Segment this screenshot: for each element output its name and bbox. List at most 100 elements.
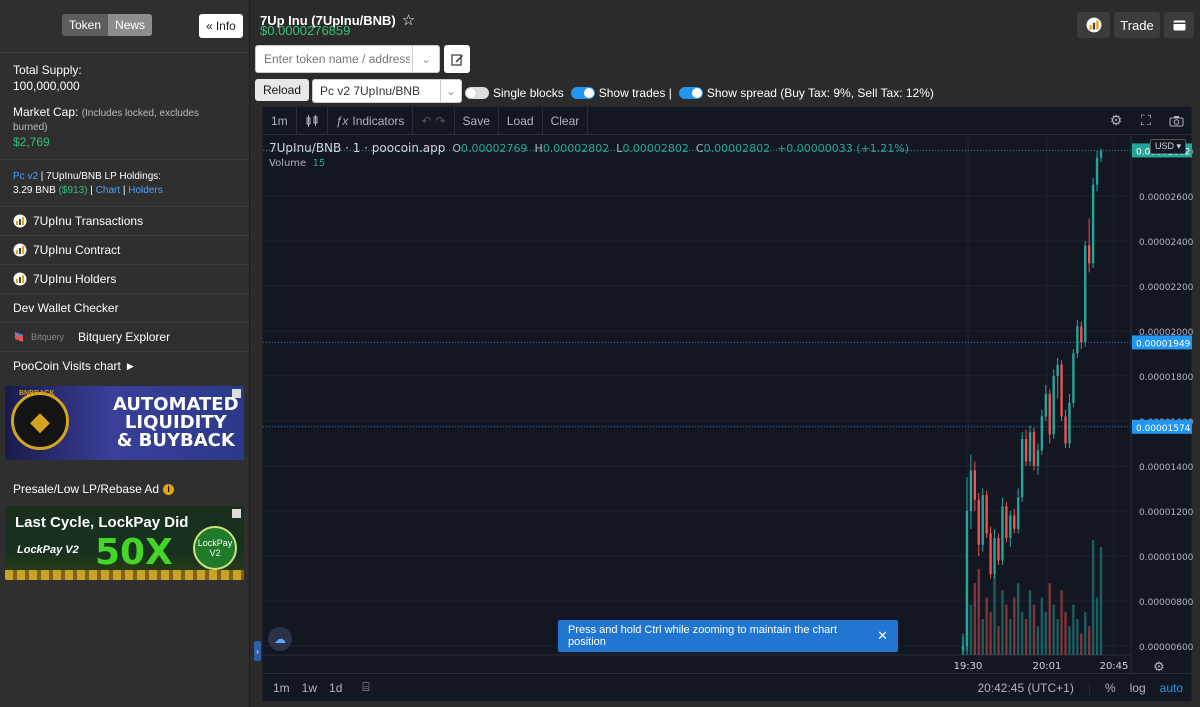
single-blocks-toggle[interactable] (465, 87, 489, 99)
ad2-big-text: 50X (95, 532, 173, 573)
bitquery-icon (15, 332, 23, 342)
candle-body (985, 495, 988, 534)
volume-bar (993, 575, 996, 655)
ohlc-legend: 7UpInu/BNB · 1 · poocoin.app O0.00002769… (269, 141, 909, 155)
ad-banner-lockpay[interactable]: Last Cycle, LockPay Did LockPay V2 50X L… (5, 506, 244, 580)
trade-button[interactable]: Trade (1114, 12, 1160, 38)
chart-container[interactable]: 0.000028000.000026000.000024000.00002200… (262, 106, 1193, 703)
log-scale-button[interactable]: log (1130, 681, 1146, 695)
tab-token[interactable]: Token (62, 14, 109, 36)
redo-icon[interactable]: ↷ (435, 114, 445, 128)
clear-button[interactable]: Clear (541, 107, 589, 134)
axis-gear-icon[interactable]: ⚙ (1153, 659, 1165, 674)
info-icon[interactable]: i (163, 483, 175, 495)
token-news-tabs: Token News (62, 14, 153, 36)
candle-body (993, 537, 996, 574)
info-button[interactable]: « Info (199, 14, 243, 38)
sidebar-item-label: 7UpInu Transactions (33, 214, 144, 228)
volume-bar (1052, 604, 1055, 655)
ad-banner-bnbback[interactable]: ◆ AUTOMATED LIQUIDITY & BUYBACK BNBBACK (5, 386, 244, 460)
y-tick-label: 0.00001000 (1139, 553, 1193, 563)
double-chevron-left-icon: « (206, 19, 213, 33)
camera-icon[interactable] (1161, 115, 1191, 127)
volume-bar (1009, 619, 1012, 655)
save-button[interactable]: Save (455, 107, 499, 134)
date-range-icon[interactable]: ⌸ (362, 680, 369, 695)
divider: | (1087, 680, 1091, 695)
candle-body (1064, 416, 1067, 444)
sidebar-item-bitquery[interactable]: Bitquery Bitquery Explorer (0, 323, 249, 352)
chart-type-button[interactable] (297, 107, 328, 134)
interval-button[interactable]: 1m (263, 107, 297, 134)
sidebar-item-dev-wallet[interactable]: Dev Wallet Checker (0, 294, 249, 323)
candle-body (1052, 375, 1055, 435)
show-spread-toggle[interactable] (678, 87, 703, 99)
chevron-down-icon[interactable]: ⌄ (412, 46, 439, 72)
candle-body (977, 499, 980, 545)
volume-bar (1072, 604, 1075, 655)
sidebar-item-transactions[interactable]: 7UpInu Transactions (0, 207, 249, 236)
poocoin-icon (13, 214, 27, 228)
lp-chart-link[interactable]: Chart (96, 185, 120, 196)
wallet-button[interactable] (1164, 12, 1194, 38)
pair-select[interactable]: Pc v2 7UpInu/BNB ⌄ (312, 79, 462, 103)
candles-icon (306, 114, 318, 127)
volume-bar (1048, 583, 1051, 655)
cloud-icon[interactable]: ☁ (268, 627, 292, 651)
load-button[interactable]: Load (499, 107, 542, 134)
fx-icon: ƒx (335, 113, 349, 128)
tab-news[interactable]: News (108, 14, 153, 36)
legend-high: 0.00002802 (542, 142, 610, 155)
sidebar-item-label: 7UpInu Holders (33, 272, 117, 286)
candle-body (1040, 416, 1044, 451)
sidebar-item-visits-chart[interactable]: PooCoin Visits chart ▶ (0, 352, 249, 380)
edit-button[interactable] (444, 45, 470, 73)
range-1d[interactable]: 1d (329, 681, 342, 695)
volume-bar (1028, 590, 1032, 655)
fullscreen-icon[interactable]: ⛶ (1131, 112, 1161, 129)
total-supply-value: 100,000,000 (13, 79, 80, 93)
legend-o-label: O (452, 142, 462, 155)
toolbar-right: ⚙ ⛶ (1101, 107, 1191, 134)
volume-bar (1091, 540, 1095, 655)
percent-scale-button[interactable]: % (1105, 681, 1116, 695)
show-trades-toggle[interactable] (570, 87, 595, 99)
currency-select[interactable]: USD ▾ (1149, 139, 1186, 154)
candle-body (965, 510, 969, 646)
lp-holders-link[interactable]: Holders (128, 185, 162, 196)
sidebar-item-holders[interactable]: 7UpInu Holders (0, 265, 249, 294)
reload-button[interactable]: Reload (255, 79, 310, 101)
clock-time[interactable]: 20:42:45 (UTC+1) (977, 681, 1073, 695)
total-supply-label: Total Supply: (13, 63, 82, 77)
lp-holdings: Pc v2 | 7UpInu/BNB LP Holdings: 3.29 BNB… (0, 160, 249, 207)
close-icon[interactable]: ✕ (877, 628, 888, 644)
gear-icon[interactable]: ⚙ (1101, 112, 1131, 129)
price-chart[interactable]: 0.000028000.000026000.000024000.00002200… (263, 107, 1193, 703)
chart-icon-button[interactable] (1077, 12, 1110, 38)
undo-icon[interactable]: ↶ (421, 114, 431, 128)
search-input[interactable] (262, 46, 412, 72)
volume-bar (1032, 604, 1036, 655)
candle-body (961, 645, 965, 651)
volume-bar (1056, 619, 1059, 655)
candle-body (969, 470, 973, 511)
star-icon[interactable]: ☆ (402, 11, 415, 29)
ad-choice-icon[interactable] (232, 509, 241, 518)
volume-bar (977, 568, 980, 655)
indicators-button[interactable]: ƒx Indicators (328, 107, 414, 134)
caret-right-icon: ▶ (126, 360, 134, 371)
volume-bar (1044, 611, 1047, 655)
ad-choice-icon[interactable] (232, 389, 241, 398)
range-1w[interactable]: 1w (302, 681, 317, 695)
edit-icon (450, 53, 463, 66)
y-tick-label: 0.00001800 (1139, 373, 1193, 383)
candle-body (1020, 438, 1024, 498)
range-1m[interactable]: 1m (273, 681, 290, 695)
volume-bar (1084, 611, 1087, 655)
lockpay-coin-icon: LockPay V2 (193, 526, 237, 570)
lp-version-link[interactable]: Pc v2 (13, 171, 38, 182)
sidebar-item-contract[interactable]: 7UpInu Contract (0, 236, 249, 265)
auto-scale-button[interactable]: auto (1160, 681, 1183, 695)
legend-symbol: 7UpInu/BNB · 1 · poocoin.app (269, 141, 446, 155)
collapse-sidebar-handle[interactable]: › (254, 641, 261, 661)
